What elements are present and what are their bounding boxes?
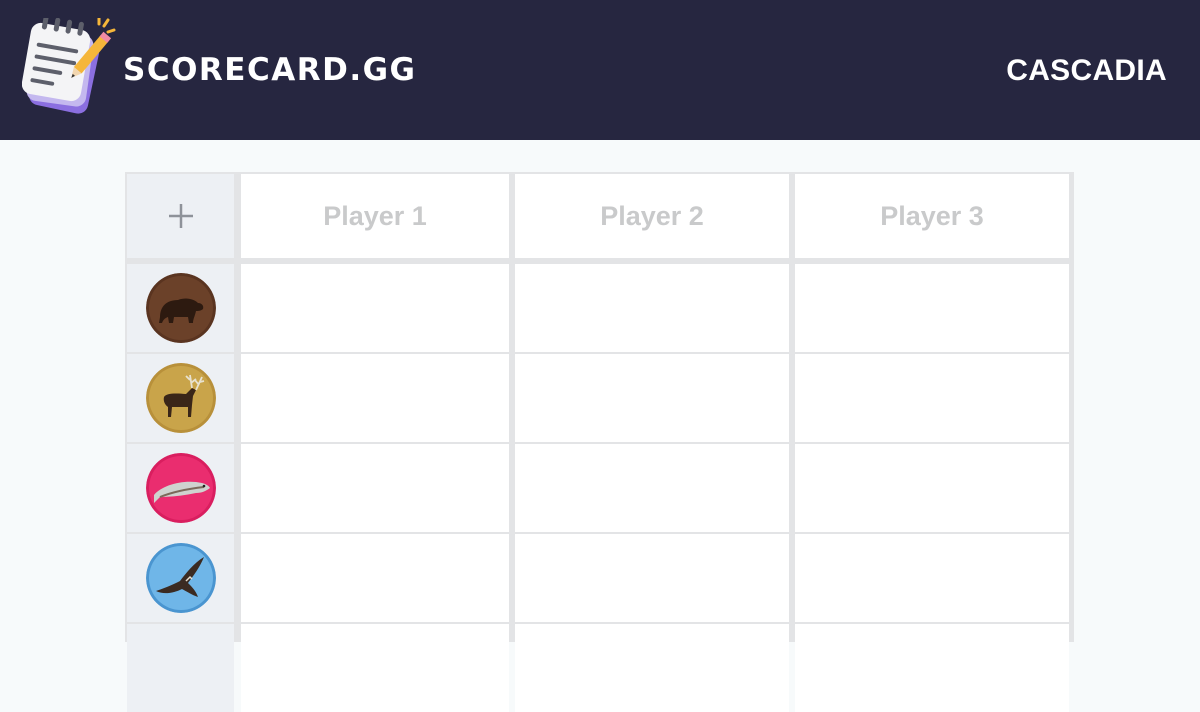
score-cell[interactable] <box>515 444 789 532</box>
score-cell[interactable] <box>241 354 509 442</box>
elk-token-icon <box>145 363 216 433</box>
salmon-token-icon <box>145 453 216 523</box>
score-cell[interactable] <box>241 534 509 622</box>
row-label-elk <box>127 354 234 442</box>
player-name: Player 3 <box>880 200 984 231</box>
score-cell[interactable] <box>795 624 1069 712</box>
player-name: Player 2 <box>600 200 704 231</box>
row-label-salmon <box>127 444 234 532</box>
game-title: CASCADIA <box>1006 54 1167 87</box>
row-label-bear <box>127 264 234 352</box>
row-label-hawk <box>127 534 234 622</box>
score-cell[interactable] <box>795 264 1069 352</box>
score-cell[interactable] <box>515 534 789 622</box>
add-player-button[interactable] <box>127 174 234 258</box>
score-cell[interactable] <box>515 264 789 352</box>
score-cell[interactable] <box>795 534 1069 622</box>
score-cell[interactable] <box>795 444 1069 532</box>
plus-icon <box>168 204 193 228</box>
score-cell[interactable] <box>515 354 789 442</box>
score-cell[interactable] <box>515 624 789 712</box>
notepad-pencil-icon[interactable] <box>22 18 116 114</box>
player-header-2[interactable]: Player 2 <box>515 174 789 258</box>
hawk-token-icon <box>145 543 216 613</box>
top-bar: SCORECARD.GG CASCADIA <box>0 0 1200 140</box>
player-header-1[interactable]: Player 1 <box>241 174 509 258</box>
score-cell[interactable] <box>795 354 1069 442</box>
bear-token-icon <box>145 273 216 343</box>
score-cell[interactable] <box>241 264 509 352</box>
score-cell[interactable] <box>241 444 509 532</box>
scorecard-table: Player 1 Player 2 Player 3 <box>125 172 1074 712</box>
row-label <box>127 624 234 712</box>
site-brand[interactable]: SCORECARD.GG <box>123 52 417 88</box>
score-cell[interactable] <box>241 624 509 712</box>
player-name: Player 1 <box>323 200 427 231</box>
player-header-3[interactable]: Player 3 <box>795 174 1069 258</box>
